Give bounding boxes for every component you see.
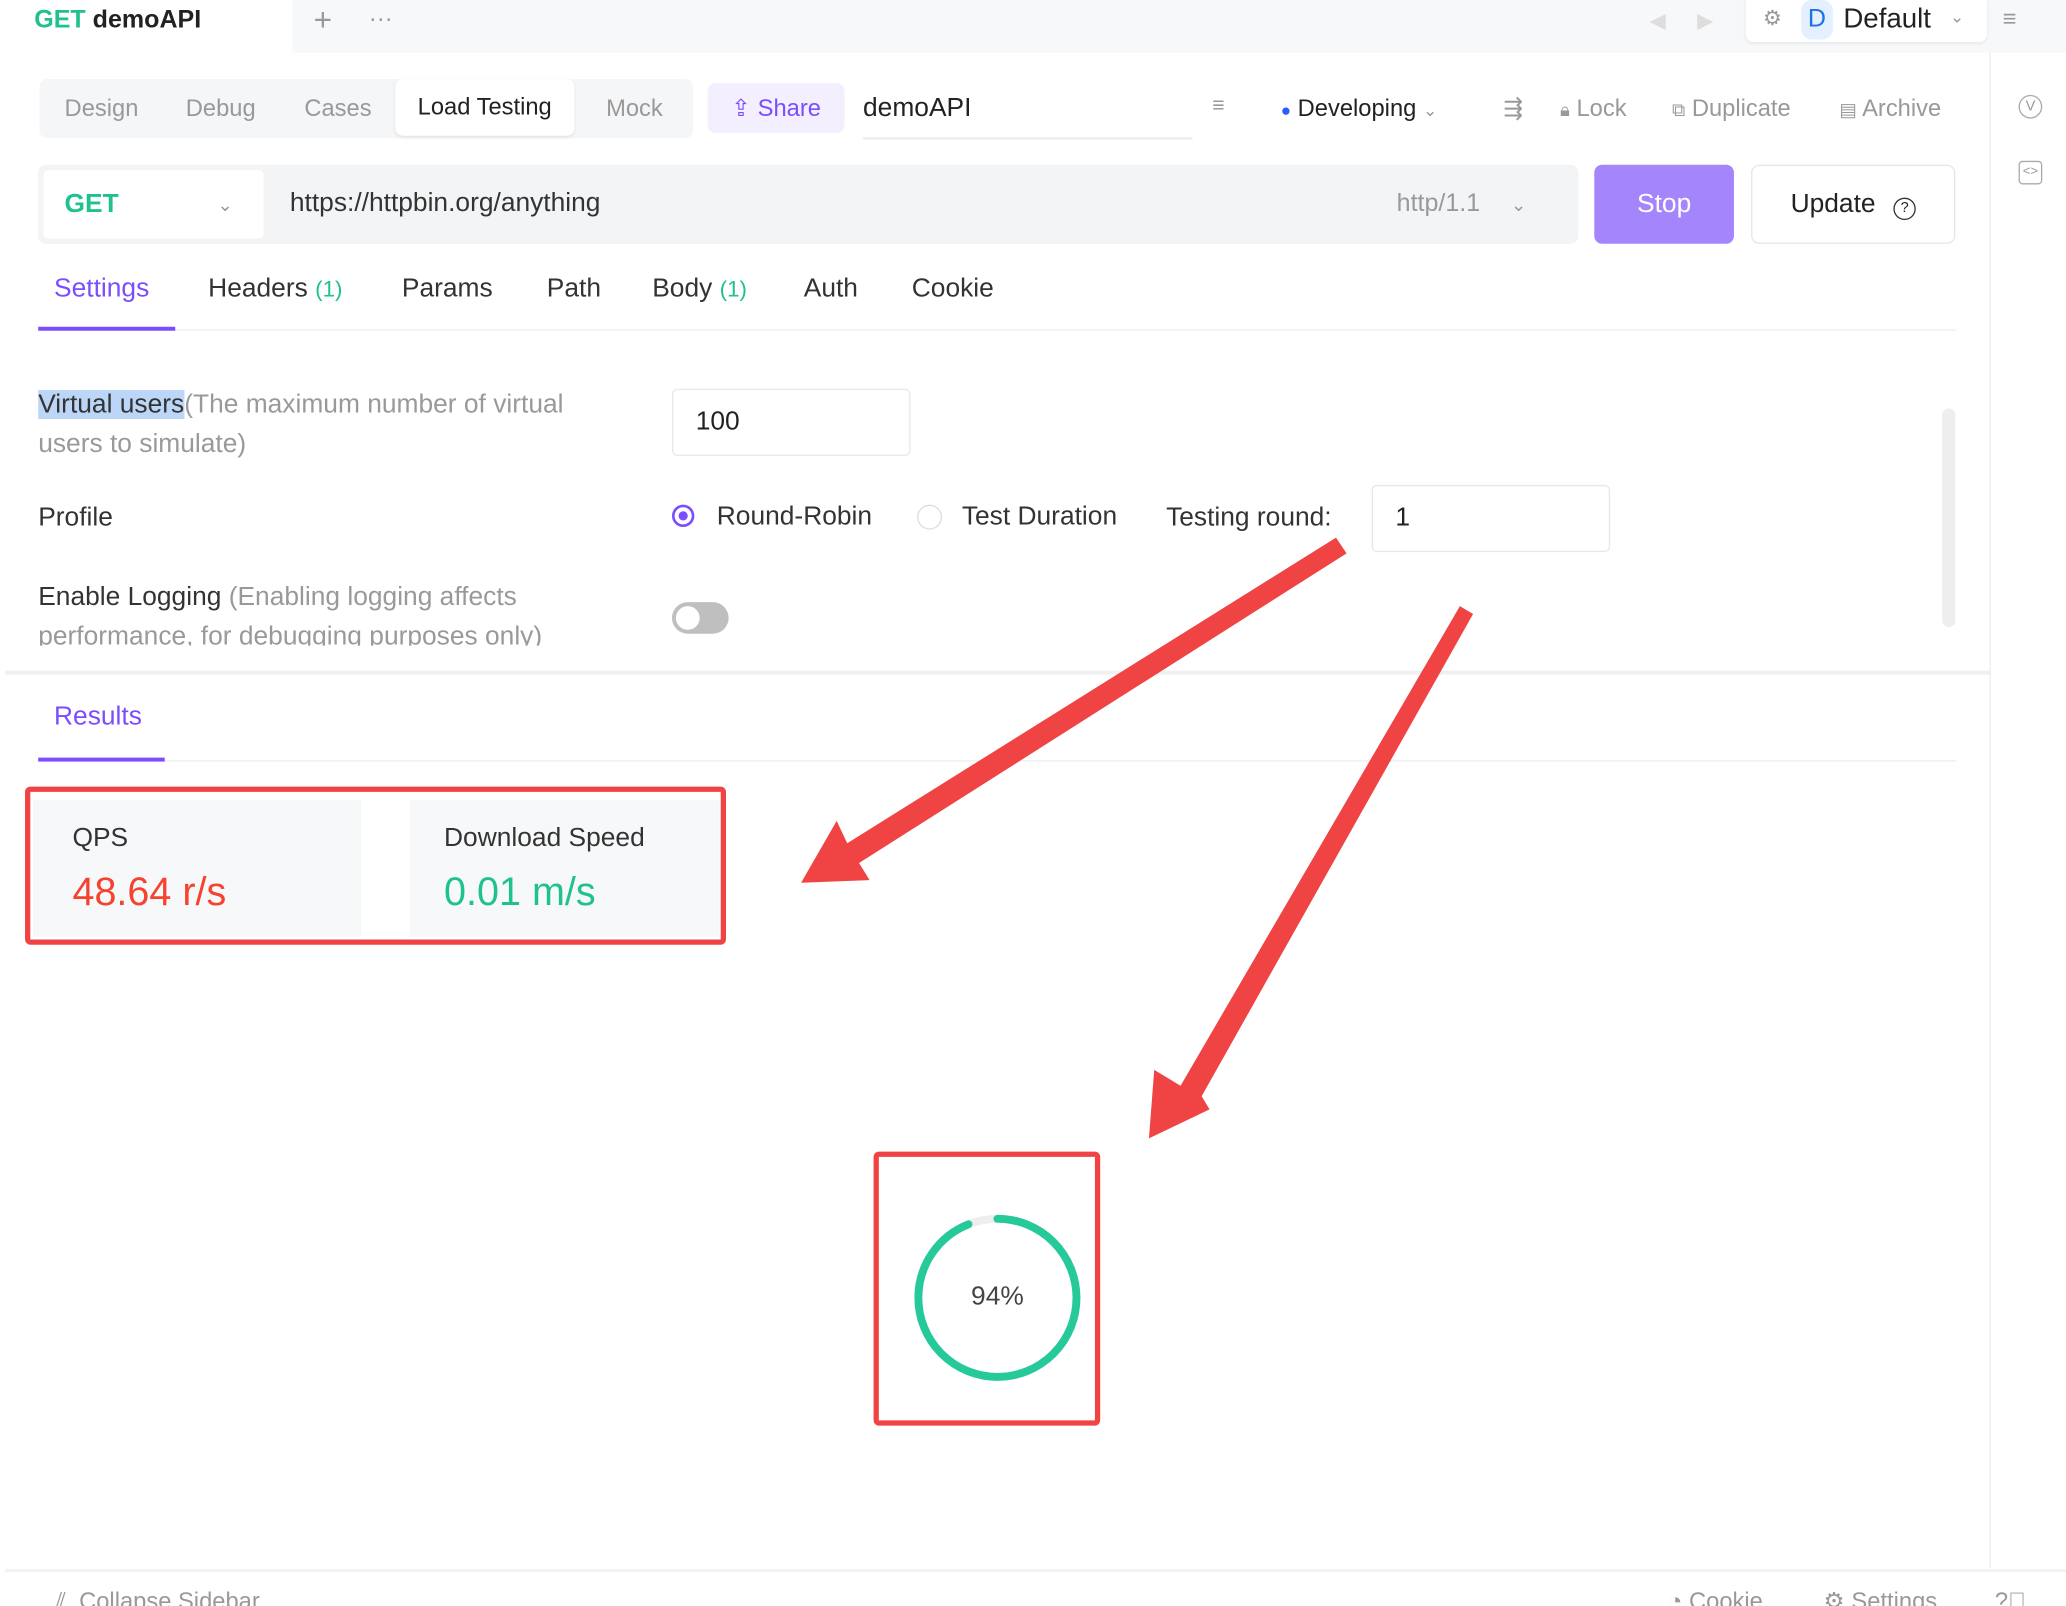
collapse-label: Collapse Sidebar	[79, 1587, 260, 1606]
settings-icon: ⚙	[1823, 1587, 1845, 1606]
help-icon[interactable]: ?⃝	[1995, 1588, 2026, 1606]
cookie-label: Cookie	[1689, 1587, 1763, 1606]
collapse-sidebar-button[interactable]: ⫽ Collapse Sidebar	[55, 1588, 259, 1606]
arrow-to-progress	[1148, 606, 1474, 1139]
arrow-to-metrics	[801, 537, 1347, 883]
cookie-icon: ◔	[1668, 1587, 1683, 1606]
cookie-button[interactable]: ◔ Cookie	[1668, 1588, 1763, 1606]
progress-text: 94%	[971, 1282, 1024, 1312]
settings-label: Settings	[1851, 1587, 1938, 1606]
settings-button[interactable]: ⚙ Settings	[1824, 1588, 1938, 1606]
footer-divider	[5, 1569, 2066, 1572]
collapse-icon: ⫽	[55, 1587, 66, 1606]
